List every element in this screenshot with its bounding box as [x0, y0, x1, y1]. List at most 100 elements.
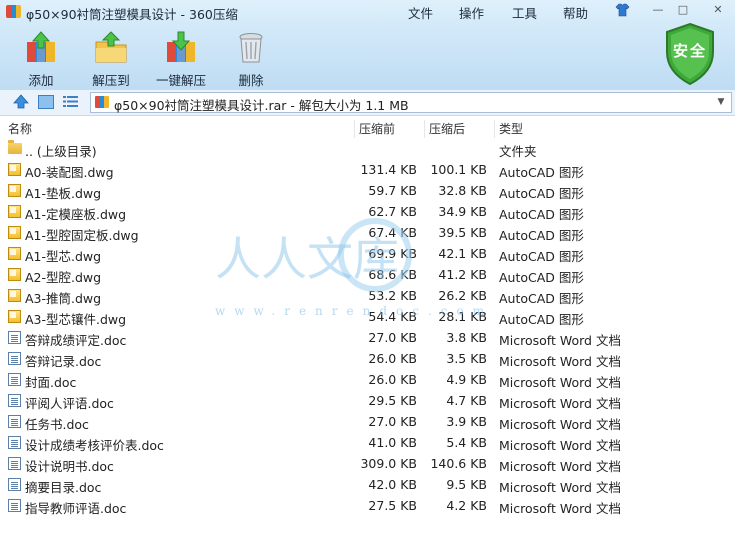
file-row[interactable]: A2-型腔.dwg 68.6 KB 41.2 KB AutoCAD 图形 [0, 264, 735, 285]
trash-can-icon [239, 33, 263, 63]
autocad-file-icon [8, 268, 21, 281]
folder-icon [8, 140, 22, 154]
file-size: 67.4 KB [368, 225, 417, 240]
security-shield-badge[interactable]: 安全 [663, 22, 717, 86]
word-doc-icon [8, 373, 21, 386]
file-compressed-size: 4.9 KB [446, 372, 487, 387]
file-row[interactable]: 封面.doc 26.0 KB 4.9 KB Microsoft Word 文档 [0, 369, 735, 390]
word-doc-icon [8, 436, 21, 449]
file-compressed-size: 4.2 KB [446, 498, 487, 513]
file-size: 69.9 KB [368, 246, 417, 261]
word-doc-icon [8, 352, 21, 365]
add-button[interactable]: 添加 [9, 30, 73, 89]
file-compressed-size: 140.6 KB [430, 456, 487, 471]
autocad-file-icon [8, 289, 21, 302]
file-size: 59.7 KB [368, 183, 417, 198]
file-name: 设计说明书.doc [25, 459, 114, 474]
skin-shirt-icon[interactable] [615, 3, 630, 17]
word-doc-icon [8, 331, 21, 344]
file-size: 26.0 KB [368, 372, 417, 387]
file-row[interactable]: 任务书.doc 27.0 KB 3.9 KB Microsoft Word 文档 [0, 411, 735, 432]
extract-to-label: 解压到 [92, 73, 130, 88]
extract-to-button[interactable]: 解压到 [79, 30, 143, 89]
file-size: 29.5 KB [368, 393, 417, 408]
file-type: AutoCAD 图形 [499, 270, 584, 285]
preview-panel-icon[interactable] [38, 95, 54, 109]
word-doc-icon [8, 478, 21, 491]
file-name: 设计成绩考核评价表.doc [25, 438, 164, 453]
file-list: .. (上级目录) 文件夹 A0-装配图.dwg 131.4 KB 100.1 KB Au… [0, 138, 735, 540]
file-name: A0-装配图.dwg [25, 165, 114, 180]
file-compressed-size: 28.1 KB [438, 309, 487, 324]
file-name: 摘要目录.doc [25, 480, 102, 495]
file-size: 27.0 KB [368, 330, 417, 345]
file-row[interactable]: 指导教师评语.doc 27.5 KB 4.2 KB Microsoft Word 文档 [0, 495, 735, 516]
file-name: 答辩记录.doc [25, 354, 102, 369]
file-row[interactable]: 设计成绩考核评价表.doc 41.0 KB 5.4 KB Microsoft Word… [0, 432, 735, 453]
app-icon [6, 5, 21, 18]
file-size: 62.7 KB [368, 204, 417, 219]
file-name: A1-垫板.dwg [25, 186, 102, 201]
autocad-file-icon [8, 310, 21, 323]
menu-help[interactable]: 帮助 [563, 3, 588, 22]
file-row[interactable]: A1-垫板.dwg 59.7 KB 32.8 KB AutoCAD 图形 [0, 180, 735, 201]
file-row[interactable]: 答辩记录.doc 26.0 KB 3.5 KB Microsoft Word 文档 [0, 348, 735, 369]
file-compressed-size: 42.1 KB [438, 246, 487, 261]
menu-file[interactable]: 文件 [408, 3, 433, 22]
file-row[interactable]: A0-装配图.dwg 131.4 KB 100.1 KB AutoCAD 图形 [0, 159, 735, 180]
maximize-button[interactable]: □ [675, 3, 691, 17]
file-row[interactable]: A3-推筒.dwg 53.2 KB 26.2 KB AutoCAD 图形 [0, 285, 735, 306]
chevron-down-icon[interactable]: ▼ [713, 94, 729, 110]
file-row[interactable]: A1-定模座板.dwg 62.7 KB 34.9 KB AutoCAD 图形 [0, 201, 735, 222]
autocad-file-icon [8, 184, 21, 197]
file-name: A2-型腔.dwg [25, 270, 102, 285]
file-name: 封面.doc [25, 375, 77, 390]
one-click-extract-label: 一键解压 [155, 73, 206, 88]
file-compressed-size: 100.1 KB [430, 162, 487, 177]
column-header-size[interactable]: 压缩前 [354, 120, 424, 138]
path-text: φ50×90衬筒注塑模具设计.rar - 解包大小为 1.1 MB [114, 98, 409, 113]
file-size: 42.0 KB [368, 477, 417, 492]
file-type: AutoCAD 图形 [499, 312, 584, 327]
add-archive-icon [27, 31, 55, 62]
file-name: 答辩成绩评定.doc [25, 333, 127, 348]
file-row[interactable]: A1-型腔固定板.dwg 67.4 KB 39.5 KB AutoCAD 图形 [0, 222, 735, 243]
file-compressed-size: 3.8 KB [446, 330, 487, 345]
file-compressed-size: 39.5 KB [438, 225, 487, 240]
column-header-row: 名称 压缩前 压缩后 类型 [0, 117, 735, 138]
file-row[interactable]: 答辩成绩评定.doc 27.0 KB 3.8 KB Microsoft Word 文档 [0, 327, 735, 348]
word-doc-icon [8, 499, 21, 512]
column-header-compressed[interactable]: 压缩后 [424, 120, 494, 138]
minimize-button[interactable]: — [650, 3, 666, 17]
close-button[interactable]: ✕ [710, 3, 726, 17]
file-name: .. (上级目录) [25, 144, 97, 159]
list-view-icon[interactable] [63, 95, 78, 108]
file-type: Microsoft Word 文档 [499, 438, 621, 453]
delete-label: 删除 [238, 73, 264, 88]
menu-operation[interactable]: 操作 [459, 3, 484, 22]
file-type: Microsoft Word 文档 [499, 480, 621, 495]
file-row[interactable]: 评阅人评语.doc 29.5 KB 4.7 KB Microsoft Word 文档 [0, 390, 735, 411]
file-size: 27.0 KB [368, 414, 417, 429]
file-compressed-size: 4.7 KB [446, 393, 487, 408]
one-click-extract-button[interactable]: 一键解压 [149, 30, 213, 89]
column-header-name[interactable]: 名称 [4, 120, 354, 138]
delete-button[interactable]: 删除 [219, 30, 283, 89]
file-type: AutoCAD 图形 [499, 249, 584, 264]
file-name: A3-推筒.dwg [25, 291, 102, 306]
file-name: A1-型腔固定板.dwg [25, 228, 139, 243]
column-header-type[interactable]: 类型 [494, 120, 735, 138]
file-type: Microsoft Word 文档 [499, 396, 621, 411]
add-label: 添加 [28, 73, 54, 88]
file-row[interactable]: A3-型芯镶件.dwg 54.4 KB 28.1 KB AutoCAD 图形 [0, 306, 735, 327]
path-field[interactable]: φ50×90衬筒注塑模具设计.rar - 解包大小为 1.1 MB ▼ [90, 92, 732, 113]
file-row[interactable]: A1-型芯.dwg 69.9 KB 42.1 KB AutoCAD 图形 [0, 243, 735, 264]
file-row[interactable]: 设计说明书.doc 309.0 KB 140.6 KB Microsoft Word … [0, 453, 735, 474]
file-type: Microsoft Word 文档 [499, 375, 621, 390]
file-row[interactable]: .. (上级目录) 文件夹 [0, 138, 735, 159]
up-level-icon[interactable] [13, 94, 29, 112]
menu-tools[interactable]: 工具 [512, 3, 537, 22]
file-type: AutoCAD 图形 [499, 186, 584, 201]
file-row[interactable]: 摘要目录.doc 42.0 KB 9.5 KB Microsoft Word 文档 [0, 474, 735, 495]
word-doc-icon [8, 457, 21, 470]
